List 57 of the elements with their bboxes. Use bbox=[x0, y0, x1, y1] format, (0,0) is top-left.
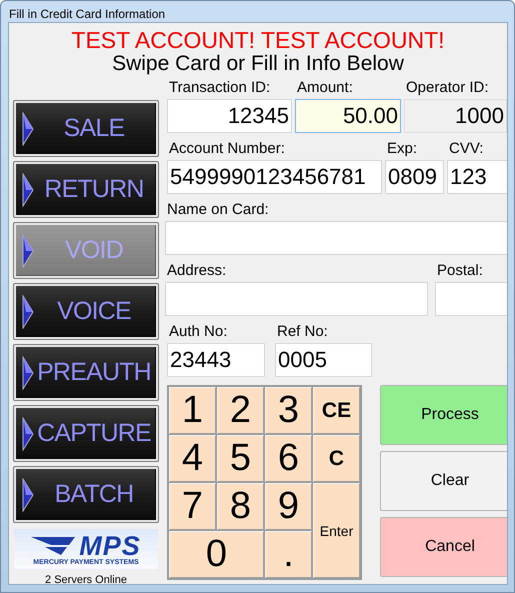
keypad-key[interactable]: 0 bbox=[169, 531, 264, 578]
field-label: Postal: bbox=[436, 262, 484, 281]
triangle-icon bbox=[22, 172, 34, 206]
keypad-key[interactable]: CE bbox=[313, 387, 360, 434]
triangle-icon bbox=[22, 294, 34, 328]
transaction-button[interactable]: CAPTURE bbox=[13, 405, 159, 462]
input-field[interactable]: 5499990123456781 bbox=[167, 160, 382, 194]
input-field[interactable]: 0809 bbox=[385, 160, 444, 194]
keypad-key[interactable]: 4 bbox=[169, 435, 216, 482]
field-label: Address: bbox=[166, 262, 228, 281]
keypad-key[interactable]: 6 bbox=[265, 435, 312, 482]
input-field[interactable]: 23443 bbox=[167, 343, 265, 377]
field-label: Amount: bbox=[296, 79, 354, 98]
server-status: 2 Servers Online bbox=[44, 574, 128, 584]
keypad-key[interactable]: Enter bbox=[313, 483, 360, 578]
input-field[interactable]: 123 bbox=[447, 160, 507, 194]
transaction-button[interactable]: VOICE bbox=[13, 283, 159, 340]
triangle-icon bbox=[22, 356, 34, 390]
transaction-button[interactable]: RETURN bbox=[13, 161, 159, 218]
field-label: CVV: bbox=[448, 140, 484, 159]
triangle-icon bbox=[22, 234, 34, 268]
field-label: Auth No: bbox=[168, 323, 228, 342]
input-field[interactable] bbox=[165, 282, 428, 316]
keypad-key[interactable]: 1 bbox=[169, 387, 216, 434]
input-field[interactable]: 50.00 bbox=[295, 99, 401, 133]
triangle-icon bbox=[22, 478, 34, 512]
keypad-key[interactable]: . bbox=[265, 531, 312, 578]
transaction-button[interactable]: BATCH bbox=[13, 466, 159, 523]
input-field[interactable] bbox=[435, 282, 507, 316]
triangle-icon bbox=[22, 416, 34, 450]
clear-button[interactable]: Clear bbox=[380, 451, 507, 511]
keypad-key[interactable]: 2 bbox=[217, 387, 264, 434]
chevron-icon bbox=[31, 536, 76, 556]
keypad-key[interactable]: C bbox=[313, 435, 360, 482]
field-label: Account Number: bbox=[168, 140, 286, 159]
keypad-key[interactable]: 7 bbox=[169, 483, 216, 530]
input-field[interactable]: 12345 bbox=[167, 99, 292, 133]
field-label: Exp: bbox=[386, 140, 418, 159]
input-field[interactable]: 0005 bbox=[275, 343, 372, 377]
field-label: Ref No: bbox=[276, 323, 329, 342]
keypad-key[interactable]: 3 bbox=[265, 387, 312, 434]
keypad-key[interactable]: 5 bbox=[217, 435, 264, 482]
keypad-key[interactable]: 9 bbox=[265, 483, 312, 530]
instruction-text: Swipe Card or Fill in Info Below bbox=[112, 52, 404, 75]
transaction-button[interactable]: PREAUTH bbox=[13, 344, 159, 401]
logo-mark: MPS bbox=[79, 532, 141, 558]
field-label: Operator ID: bbox=[405, 79, 490, 98]
input-field[interactable] bbox=[165, 221, 507, 255]
field-label: Transaction ID: bbox=[168, 79, 272, 98]
keypad-key[interactable]: 8 bbox=[217, 483, 264, 530]
window-title: Fill in Credit Card Information bbox=[8, 6, 166, 22]
triangle-icon bbox=[22, 112, 34, 146]
field-label: Name on Card: bbox=[166, 201, 270, 220]
transaction-button[interactable]: SALE bbox=[13, 100, 159, 157]
process-button[interactable]: Process bbox=[380, 385, 507, 445]
test-account-warning: TEST ACCOUNT! TEST ACCOUNT! bbox=[71, 29, 445, 52]
cancel-button[interactable]: Cancel bbox=[380, 517, 507, 577]
